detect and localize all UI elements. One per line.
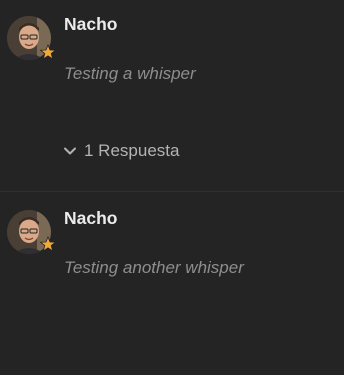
whisper-text: Testing another whisper	[64, 258, 244, 277]
post-author[interactable]: Nacho	[64, 208, 117, 229]
replies-toggle-button[interactable]: 1 Respuesta	[62, 141, 179, 161]
whisper-text: Testing a whisper	[64, 64, 196, 83]
post-author[interactable]: Nacho	[64, 14, 117, 35]
star-icon	[40, 236, 56, 252]
post: Nacho Testing another whisper	[0, 192, 344, 375]
chevron-down-icon	[64, 147, 76, 155]
star-icon	[40, 44, 56, 60]
post: Nacho Testing a whisper 1 Respuesta	[0, 0, 344, 192]
replies-count-label: 1 Respuesta	[84, 141, 180, 160]
